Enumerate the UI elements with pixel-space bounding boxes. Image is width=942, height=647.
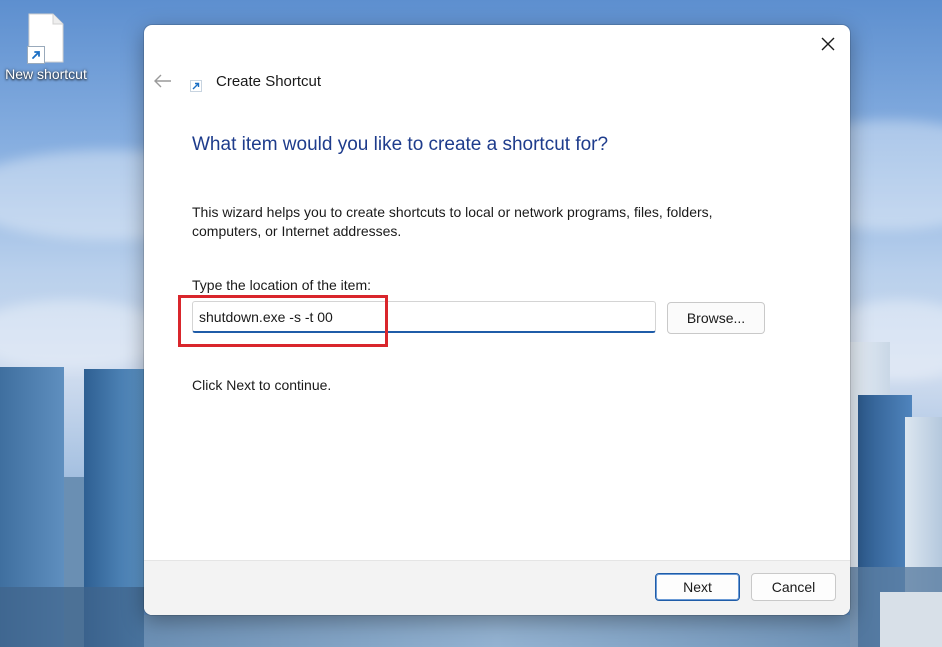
file-icon xyxy=(27,12,65,64)
browse-button[interactable]: Browse... xyxy=(667,302,765,334)
dialog-footer: Next Cancel xyxy=(144,560,850,615)
shortcut-arrow-icon xyxy=(27,46,45,64)
annotation-highlight-box xyxy=(178,295,388,347)
cancel-button[interactable]: Cancel xyxy=(751,573,836,601)
building xyxy=(0,587,144,647)
desktop-shortcut-label: New shortcut xyxy=(5,66,87,82)
continue-instruction: Click Next to continue. xyxy=(192,377,332,393)
building xyxy=(144,615,850,647)
desktop-shortcut[interactable]: New shortcut xyxy=(2,8,90,82)
location-label: Type the location of the item: xyxy=(192,277,371,293)
wizard-heading: What item would you like to create a sho… xyxy=(192,134,609,155)
close-icon xyxy=(821,37,835,51)
close-button[interactable] xyxy=(812,29,844,59)
create-shortcut-dialog: Create Shortcut What item would you like… xyxy=(144,25,850,615)
wizard-description: This wizard helps you to create shortcut… xyxy=(192,204,713,239)
back-button[interactable] xyxy=(152,71,174,91)
shortcut-arrow-icon xyxy=(190,80,202,92)
building xyxy=(880,592,942,647)
dialog-title: Create Shortcut xyxy=(216,73,322,90)
desktop: New shortcut Create Shortcut What item w… xyxy=(0,0,942,647)
next-button[interactable]: Next xyxy=(655,573,740,601)
back-arrow-icon xyxy=(154,74,171,88)
